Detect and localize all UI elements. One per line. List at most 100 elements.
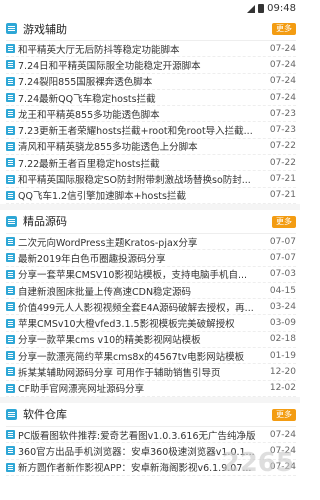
- list-icon: [6, 215, 17, 227]
- article-date: 03-24: [269, 301, 296, 312]
- article-icon: [6, 318, 15, 328]
- article-icon: [6, 237, 15, 247]
- article-title[interactable]: 和平精英大厅无后防抖等稳定功能脚本: [18, 42, 262, 56]
- content: 游戏辅助 更多 和平精英大厅无后防抖等稳定功能脚本 07-24 7.24日和平精…: [0, 17, 300, 476]
- section-title: 精品源码: [23, 215, 67, 229]
- section-header: 游戏辅助 更多: [6, 17, 296, 41]
- article-icon: [6, 109, 15, 119]
- article-title[interactable]: 7.24日和平精英国际服全功能稳定开源脚本: [18, 58, 262, 72]
- list-item[interactable]: 苹果CMSv10大橙vfed3.1.5影视模板完美破解授权 03-09: [6, 315, 296, 332]
- article-icon: [6, 446, 15, 456]
- signal-icon: [247, 4, 256, 13]
- article-date: 02-18: [269, 334, 296, 345]
- more-button[interactable]: 更多: [272, 408, 296, 421]
- article-date: 07-21: [269, 174, 296, 185]
- article-icon: [6, 367, 15, 377]
- article-icon: [6, 383, 15, 393]
- section-1: 精品源码 更多 二次元向WordPress主题Kratos-pjax分享 07-…: [0, 210, 300, 397]
- list-item[interactable]: 分享一套苹果CMSV10影视站模板，支持电脑手机自... 07-03: [6, 267, 296, 283]
- article-title[interactable]: 龙王和平精英855多功能透色脚本: [18, 107, 262, 121]
- article-date: 07-07: [269, 252, 296, 263]
- article-title[interactable]: 最新2019年白色币圈趣投源码分享: [18, 251, 262, 265]
- article-date: 07-24: [269, 43, 296, 54]
- more-button[interactable]: 更多: [272, 215, 296, 228]
- article-title[interactable]: 分享一款苹果cms v10的精美影视网站模板: [18, 332, 262, 346]
- article-date: 07-23: [269, 125, 296, 136]
- list-item[interactable]: 7.22最新王者百里稳定hosts拦截 07-22: [6, 155, 296, 172]
- article-title[interactable]: 7.23更新王者荣耀hosts拦截+root和免root导入拦截...: [18, 123, 262, 137]
- article-date: 07-22: [269, 141, 296, 152]
- article-title[interactable]: 分享一套苹果CMSV10影视站模板，支持电脑手机自...: [18, 267, 262, 281]
- article-title[interactable]: 拆某某辅助网源码分享 可用作于辅助销售引导页: [18, 365, 262, 379]
- article-date: 07-22: [269, 157, 296, 168]
- article-icon: [6, 76, 15, 86]
- list-icon: [6, 23, 17, 34]
- article-icon: [6, 351, 15, 361]
- article-title[interactable]: 二次元向WordPress主题Kratos-pjax分享: [18, 235, 262, 249]
- article-list: 二次元向WordPress主题Kratos-pjax分享 07-07 最新201…: [6, 234, 296, 397]
- section-0: 游戏辅助 更多 和平精英大厅无后防抖等稳定功能脚本 07-24 7.24日和平精…: [0, 17, 300, 204]
- list-item[interactable]: 和平精英国际服稳定SO防封附带刺激战场替换so防封... 07-21: [6, 171, 296, 188]
- list-item[interactable]: QQ飞车1.2信引擎加速脚本+hosts拦截 07-21: [6, 188, 296, 204]
- article-title[interactable]: PC版看图软件推荐:爱奇艺看图v1.0.3.616无广告纯净版: [18, 428, 262, 442]
- article-icon: [6, 286, 15, 295]
- status-bar: 09:48: [0, 0, 300, 17]
- article-icon: [6, 430, 15, 440]
- article-title[interactable]: 7.24最新QQ飞车稳定hosts拦截: [18, 91, 262, 105]
- list-item[interactable]: 价值499元人人影视视频全套E4A源码破解去授权，再... 03-24: [6, 299, 296, 316]
- article-title[interactable]: CF助手官网漂亮网址源码分享: [18, 381, 262, 395]
- article-title[interactable]: 7.24裂阳855国服裸奔透色脚本: [18, 74, 262, 88]
- list-item[interactable]: 清风和平精英骁龙855多功能透色上分脚本 07-22: [6, 139, 296, 156]
- list-item[interactable]: 拆某某辅助网源码分享 可用作于辅助销售引导页 12-20: [6, 364, 296, 381]
- article-icon: [6, 462, 15, 472]
- section-title: 游戏辅助: [23, 22, 67, 36]
- article-date: 01-19: [269, 350, 296, 361]
- article-list: 和平精英大厅无后防抖等稳定功能脚本 07-24 7.24日和平精英国际服全功能稳…: [6, 41, 296, 204]
- section-header: 精品源码 更多: [6, 210, 296, 234]
- article-icon: [6, 125, 15, 135]
- article-date: 07-03: [269, 269, 296, 280]
- article-date: 12-02: [269, 383, 296, 394]
- article-date: 12-20: [269, 366, 296, 377]
- article-title[interactable]: 和平精英国际服稳定SO防封附带刺激战场替换so防封...: [18, 172, 262, 186]
- list-item[interactable]: 和平精英大厅无后防抖等稳定功能脚本 07-24: [6, 41, 296, 58]
- list-item[interactable]: 7.24裂阳855国服裸奔透色脚本 07-24: [6, 74, 296, 90]
- list-item[interactable]: 分享一款漂亮简约苹果cms8x的4567tv电影网站模板 01-19: [6, 348, 296, 365]
- article-icon: [6, 190, 15, 200]
- list-item[interactable]: CF助手官网漂亮网址源码分享 12-02: [6, 381, 296, 397]
- article-icon: [6, 253, 15, 263]
- status-time: 09:48: [267, 3, 296, 14]
- article-icon: [6, 93, 15, 103]
- article-title[interactable]: 分享一款漂亮简约苹果cms8x的4567tv电影网站模板: [18, 349, 262, 363]
- article-icon: [6, 158, 15, 168]
- article-date: 07-24: [269, 92, 296, 103]
- list-item[interactable]: 二次元向WordPress主题Kratos-pjax分享 07-07: [6, 234, 296, 251]
- article-title[interactable]: 价值499元人人影视视频全套E4A源码破解去授权，再...: [18, 300, 262, 314]
- article-date: 03-09: [269, 318, 296, 329]
- article-icon: [6, 141, 15, 151]
- article-date: 07-23: [269, 108, 296, 119]
- article-icon: [6, 60, 15, 70]
- article-icon: [6, 334, 15, 344]
- article-title[interactable]: 苹果CMSv10大橙vfed3.1.5影视模板完美破解授权: [18, 316, 262, 330]
- article-title[interactable]: 自建新浪图床批量上传高速CDN稳定源码: [18, 284, 262, 298]
- list-item[interactable]: 7.24日和平精英国际服全功能稳定开源脚本 07-24: [6, 57, 296, 74]
- list-item[interactable]: 最新2019年白色币圈趣投源码分享 07-07: [6, 250, 296, 267]
- list-item[interactable]: 分享一款苹果cms v10的精美影视网站模板 02-18: [6, 332, 296, 349]
- article-icon: [6, 174, 15, 184]
- list-item[interactable]: 7.24最新QQ飞车稳定hosts拦截 07-24: [6, 90, 296, 107]
- list-item[interactable]: 自建新浪图床批量上传高速CDN稳定源码 04-15: [6, 283, 296, 300]
- article-title[interactable]: QQ飞车1.2信引擎加速脚本+hosts拦截: [18, 188, 262, 202]
- status-icons: 09:48: [247, 3, 296, 14]
- article-date: 07-24: [269, 429, 296, 440]
- section-header: 软件仓库 更多: [6, 403, 296, 427]
- more-button[interactable]: 更多: [272, 23, 296, 35]
- list-item[interactable]: 7.23更新王者荣耀hosts拦截+root和免root导入拦截... 07-2…: [6, 122, 296, 139]
- list-icon: [6, 408, 17, 420]
- list-item[interactable]: 龙王和平精英855多功能透色脚本 07-23: [6, 106, 296, 123]
- section-title: 软件仓库: [23, 408, 67, 422]
- article-title[interactable]: 7.22最新王者百里稳定hosts拦截: [18, 156, 262, 170]
- article-title[interactable]: 清风和平精英骁龙855多功能透色上分脚本: [18, 139, 262, 153]
- battery-icon: [258, 4, 265, 13]
- list-item[interactable]: PC版看图软件推荐:爱奇艺看图v1.0.3.616无广告纯净版 07-24: [6, 427, 296, 444]
